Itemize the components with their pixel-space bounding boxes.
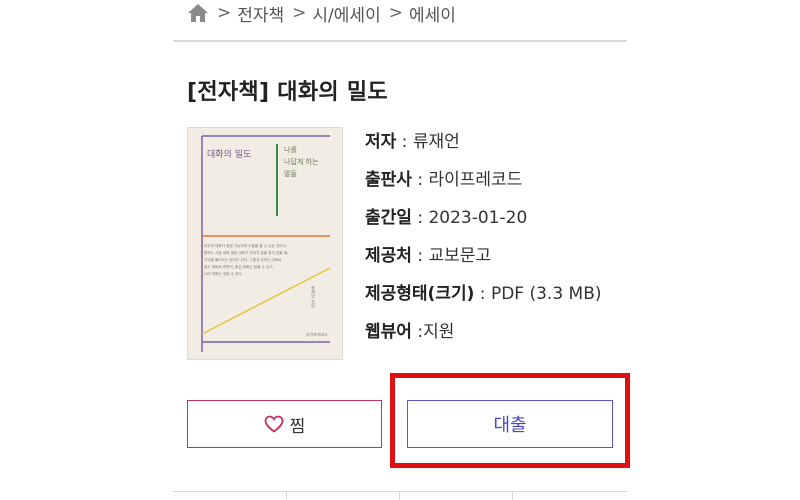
book-cover[interactable]: 대화의 밀도 나를 나답게 하는 말들 마주의 대화가 점점 가능하게 도움을 … — [187, 127, 343, 360]
cover-publisher: 라이프레코드 — [306, 332, 329, 337]
highlight-box — [390, 373, 630, 468]
tab-divider — [286, 491, 287, 500]
tab-divider — [399, 491, 400, 500]
meta-pub-date: 출간일 : 2023-01-20 — [365, 208, 528, 228]
breadcrumb: > 전자책 > 시/에세이 > 에세이 — [187, 0, 456, 26]
meta-web-viewer: 웹뷰어 :지원 — [365, 322, 455, 342]
cover-body-text: 마주의 대화가 점점 가능하게 도움을 줄 수 있는 것이다. 원하는 사람 대… — [204, 244, 289, 276]
cover-subtitle: 나를 나답게 하는 말들 — [284, 146, 319, 178]
meta-format-size: 제공형태(크기) : PDF (3.3 MB) — [365, 284, 602, 304]
breadcrumb-item-ebook[interactable]: 전자책 — [237, 1, 284, 26]
cover-author: 류재언 지음 — [311, 286, 316, 308]
heart-outline-icon — [264, 415, 284, 433]
breadcrumb-separator: > — [388, 3, 403, 23]
meta-author: 저자 : 류재언 — [365, 132, 460, 152]
wish-button[interactable]: 찜 — [187, 400, 382, 448]
breadcrumb-separator: > — [217, 3, 232, 23]
tab-divider — [512, 491, 513, 500]
top-divider — [173, 40, 627, 42]
meta-publisher: 출판사 : 라이프레코드 — [365, 170, 523, 190]
meta-provider: 제공처 : 교보문고 — [365, 246, 492, 266]
home-icon[interactable] — [187, 3, 209, 23]
bottom-divider — [173, 491, 627, 492]
cover-title: 대화의 밀도 — [207, 150, 252, 160]
breadcrumb-item-poetry-essay[interactable]: 시/에세이 — [312, 1, 380, 26]
breadcrumb-item-essay[interactable]: 에세이 — [409, 1, 456, 26]
breadcrumb-separator: > — [292, 3, 307, 23]
book-metadata: 저자 : 류재언 출판사 : 라이프레코드 출간일 : 2023-01-20 제… — [365, 130, 620, 358]
book-title: [전자책] 대화의 밀도 — [187, 80, 388, 105]
wish-button-label: 찜 — [289, 416, 306, 437]
